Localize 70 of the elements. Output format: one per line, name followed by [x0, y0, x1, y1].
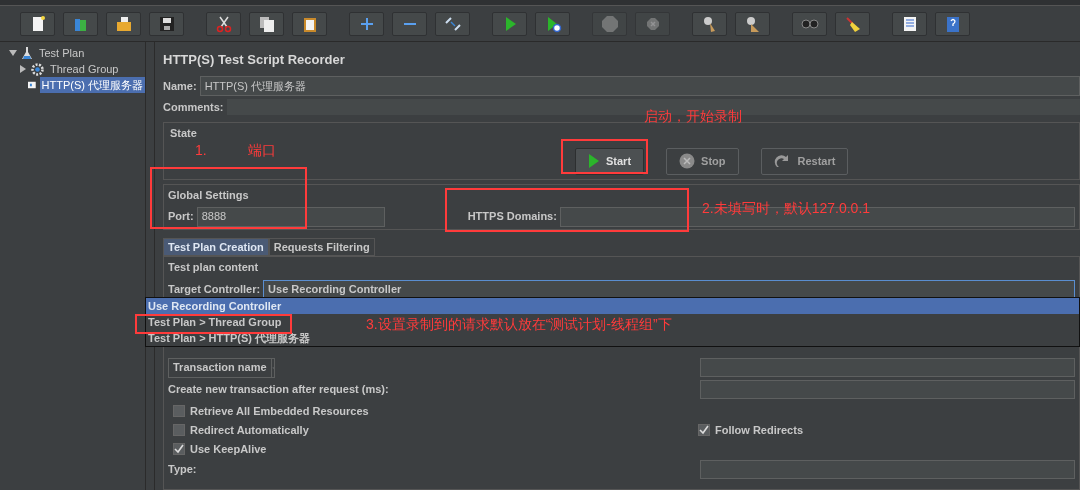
minus-icon	[403, 22, 416, 25]
annotation-text: 端口	[248, 141, 276, 160]
toolbar-button[interactable]	[935, 11, 970, 36]
toolbar-button[interactable]	[835, 11, 870, 36]
tab[interactable]: Test Plan Creation	[163, 238, 269, 256]
tree-item[interactable]: Test Plan	[37, 44, 87, 62]
toolbar-button[interactable]	[692, 11, 727, 36]
annotation-text: 启动，开始录制	[644, 107, 742, 126]
type-field[interactable]	[700, 459, 1075, 479]
checkbox[interactable]	[173, 424, 185, 436]
annotation-text: 1.	[195, 141, 207, 160]
toggle-icon	[443, 14, 462, 33]
copy-icon	[257, 14, 276, 33]
field-label: Port:	[168, 209, 194, 225]
field-label: Create new transaction after request (ms):	[168, 381, 389, 397]
field-label: HTTPS Domains:	[467, 209, 557, 225]
checkbox[interactable]	[173, 405, 185, 417]
flask-icon	[21, 47, 33, 59]
stop-sign-icon	[600, 14, 619, 33]
checkbox[interactable]	[698, 424, 710, 436]
collapsed-arrow-icon[interactable]	[18, 65, 27, 73]
checkmark-icon	[174, 444, 184, 454]
port-field[interactable]: 8888	[196, 206, 385, 227]
panel-title: HTTP(S) Test Script Recorder	[163, 51, 346, 69]
toolbar-button[interactable]	[349, 11, 384, 36]
toolbar-button[interactable]	[892, 11, 927, 36]
annotation-text: 3.设置录制到的请求默认放在“测试计划-线程组”下	[366, 315, 672, 334]
toolbar-button[interactable]	[735, 11, 770, 36]
expanded-arrow-icon[interactable]	[8, 49, 17, 57]
checkbox-label: Follow Redirects	[715, 422, 804, 438]
transaction-delay-field[interactable]	[700, 379, 1075, 399]
recorder-icon	[27, 79, 36, 91]
field-label: Name:	[163, 78, 197, 94]
toolbar-button[interactable]	[435, 11, 470, 36]
state-button[interactable]: Start	[575, 147, 645, 175]
dropdown-option[interactable]: Use Recording Controller	[146, 298, 1079, 314]
name-field[interactable]: HTTP(S) 代理服务器	[199, 76, 1080, 96]
checkbox-label: Use KeepAlive	[190, 441, 267, 457]
checkbox-label: Retrieve All Embedded Resources	[190, 403, 369, 419]
target-controller-select[interactable]: Use Recording Controller	[263, 279, 1075, 300]
field-label: Target Controller:	[168, 282, 261, 298]
toolbar-button[interactable]	[149, 11, 184, 36]
toolbar-button[interactable]	[206, 11, 241, 36]
tab[interactable]: Requests Filtering	[268, 238, 375, 256]
dropdown-option[interactable]: Test Plan > Thread Group	[146, 314, 284, 330]
scissors-icon	[214, 14, 233, 33]
play-icon	[588, 154, 600, 168]
toolbar-button[interactable]	[392, 11, 427, 36]
toolbar-button[interactable]	[249, 11, 284, 36]
stop-icon	[679, 153, 696, 169]
broom-icon	[843, 14, 862, 33]
toolbar-button[interactable]	[492, 11, 527, 36]
grouping-select[interactable]: Transaction name	[168, 357, 275, 378]
field-label: Comments:	[163, 99, 224, 115]
toolbar-button[interactable]	[535, 11, 570, 36]
toolbar-button[interactable]	[20, 11, 55, 36]
checkbox[interactable]	[173, 443, 185, 455]
checkbox-label: Redirect Automatically	[190, 422, 309, 438]
gear-icon	[31, 62, 44, 76]
section-legend: State	[170, 125, 1073, 142]
tree-item[interactable]: Thread Group	[48, 60, 121, 78]
section-legend: Test plan content	[168, 259, 1075, 276]
folder-icon	[114, 14, 133, 33]
grouping-field[interactable]	[700, 358, 1075, 377]
binoculars-icon	[800, 18, 819, 29]
tree-item[interactable]: HTTP(S) 代理服务器	[39, 76, 145, 94]
field-label: Type:	[168, 461, 197, 477]
toolbar-button[interactable]	[292, 11, 327, 36]
toolbar-button[interactable]	[106, 11, 141, 36]
checkmark-icon	[699, 425, 709, 435]
